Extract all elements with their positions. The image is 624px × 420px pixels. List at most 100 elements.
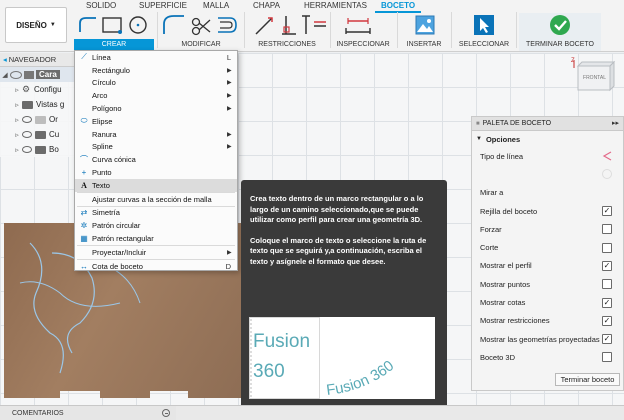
submenu-arrow-icon: ▶ bbox=[227, 93, 232, 100]
disabled-circle-icon bbox=[602, 169, 612, 180]
menu-item-circulo[interactable]: Círculo ▶ bbox=[75, 77, 237, 90]
ellipse-icon: ⬭ bbox=[80, 116, 88, 126]
sketch-grid-checkbox[interactable]: ✓ bbox=[602, 206, 612, 217]
browser-item-config[interactable]: ▹ ⚙ Configu bbox=[0, 82, 76, 97]
view-cube[interactable]: Z FRONTAL bbox=[570, 58, 618, 102]
group-crear[interactable]: CREAR bbox=[74, 39, 154, 50]
visibility-eye-icon[interactable] bbox=[10, 70, 22, 79]
browser-item-views[interactable]: ▹ Vistas g bbox=[0, 97, 76, 112]
expand-right-icon[interactable]: ▹ bbox=[12, 86, 22, 94]
show-dimensions-checkbox[interactable]: ✓ bbox=[602, 297, 612, 308]
expand-right-icon[interactable]: ▹ bbox=[12, 116, 22, 124]
arc-icon bbox=[78, 91, 90, 101]
toolbar: DISEÑO ▼ SOLIDO SUPERFICIE MALLA CHAPA H… bbox=[0, 0, 624, 52]
collapse-icon[interactable]: ◂ bbox=[3, 55, 7, 64]
rectangle-icon bbox=[78, 65, 90, 75]
group-terminar-boceto[interactable]: TERMINAR BOCETO bbox=[519, 39, 601, 50]
palette-row-show-projected[interactable]: Mostrar las geometrías proyectadas ✓ bbox=[472, 330, 623, 348]
browser-root-item[interactable]: ◢ Cara bbox=[0, 67, 76, 82]
menu-item-cota-de-boceto[interactable]: ↔ Cota de boceto D bbox=[75, 260, 237, 273]
fit-curves-icon bbox=[78, 194, 90, 204]
group-modificar[interactable]: MODIFICAR bbox=[161, 39, 241, 50]
browser-item-bodies[interactable]: ▹ Cu bbox=[0, 127, 76, 142]
group-restricciones[interactable]: RESTRICCIONES bbox=[247, 39, 327, 50]
browser-item-label: Bo bbox=[49, 145, 59, 154]
finish-sketch-button[interactable]: Terminar boceto bbox=[555, 373, 620, 386]
show-projected-checkbox[interactable]: ✓ bbox=[602, 334, 612, 345]
finish-sketch-check-icon[interactable] bbox=[549, 14, 571, 36]
modify-tools-icons[interactable] bbox=[162, 14, 240, 36]
expand-right-icon[interactable]: ▹ bbox=[12, 146, 22, 154]
menu-item-patron-circular[interactable]: ✲ Patrón circular bbox=[75, 219, 237, 232]
create-tools-icons[interactable] bbox=[76, 14, 154, 36]
tab-malla[interactable]: MALLA bbox=[203, 1, 229, 10]
menu-item-ajustar-curvas[interactable]: Ajustar curvas a la sección de malla bbox=[75, 193, 237, 206]
palette-row-look-at[interactable]: Mirar a bbox=[472, 184, 623, 202]
line-type-icon[interactable] bbox=[602, 151, 612, 161]
palette-section-options[interactable]: ▼ Opciones bbox=[472, 131, 623, 147]
tooltip-description: Crea texto dentro de un marco rectangula… bbox=[250, 194, 424, 224]
palette-header: ■ PALETA DE BOCETO ▸▸ bbox=[472, 117, 623, 131]
palette-row-show-constraints[interactable]: Mostrar restricciones ✓ bbox=[472, 312, 623, 330]
viewcube-axis-label: Z bbox=[571, 58, 575, 64]
palette-row-show-profile[interactable]: Mostrar el perfil ✓ bbox=[472, 257, 623, 275]
select-arrow-icon[interactable] bbox=[473, 14, 495, 36]
group-seleccionar[interactable]: SELECCIONAR bbox=[452, 39, 516, 50]
menu-item-texto[interactable]: A Texto bbox=[75, 178, 237, 192]
palette-row-sketch-grid[interactable]: Rejilla del boceto ✓ bbox=[472, 202, 623, 220]
palette-row-show-points[interactable]: Mostrar puntos bbox=[472, 275, 623, 293]
collapse-icon[interactable]: ■ bbox=[476, 121, 480, 127]
menu-item-rectangulo[interactable]: Rectángulo ▶ bbox=[75, 64, 237, 77]
tab-herramientas[interactable]: HERRAMIENTAS bbox=[304, 1, 367, 10]
circular-pattern-icon: ✲ bbox=[80, 221, 88, 231]
tooltip-sample-line1: Fusion bbox=[253, 331, 311, 352]
comments-bar[interactable]: COMENTARIOS bbox=[0, 405, 176, 420]
visibility-eye-icon[interactable] bbox=[22, 131, 32, 138]
palette-row-snap[interactable]: Forzar bbox=[472, 220, 623, 238]
constraints-icons[interactable] bbox=[252, 14, 328, 36]
expand-arrows-icon[interactable]: ▸▸ bbox=[612, 119, 619, 127]
menu-item-patron-rectangular[interactable]: ▦ Patrón rectangular bbox=[75, 232, 237, 245]
workspace-switcher[interactable]: DISEÑO ▼ bbox=[5, 7, 67, 43]
palette-row-3d-sketch[interactable]: Boceto 3D bbox=[472, 348, 623, 366]
insert-image-icon[interactable] bbox=[414, 14, 436, 36]
menu-item-elipse[interactable]: ⬭ Elipse bbox=[75, 115, 237, 128]
tab-chapa[interactable]: CHAPA bbox=[253, 1, 280, 10]
create-dropdown-menu: ⟋ Línea L Rectángulo ▶ Círculo ▶ Arco ▶ … bbox=[74, 50, 238, 271]
inspect-ruler-icon[interactable] bbox=[344, 14, 374, 36]
browser-root-label: Cara bbox=[36, 70, 60, 79]
menu-item-poligono[interactable]: Polígono ▶ bbox=[75, 102, 237, 115]
palette-row-slice[interactable]: Corte bbox=[472, 238, 623, 256]
show-constraints-checkbox[interactable]: ✓ bbox=[602, 315, 612, 326]
tab-solido[interactable]: SOLIDO bbox=[86, 1, 116, 10]
group-insertar[interactable]: INSERTAR bbox=[398, 39, 450, 50]
expand-right-icon[interactable]: ▹ bbox=[12, 131, 22, 139]
menu-item-proyectar-incluir[interactable]: Proyectar/Incluir ▶ bbox=[75, 246, 237, 259]
menu-item-arco[interactable]: Arco ▶ bbox=[75, 89, 237, 102]
expand-down-icon[interactable]: ◢ bbox=[0, 71, 10, 79]
polygon-icon bbox=[78, 104, 90, 114]
menu-item-spline[interactable]: Spline ▶ bbox=[75, 141, 237, 154]
visibility-eye-icon[interactable] bbox=[22, 116, 32, 123]
3d-sketch-checkbox[interactable] bbox=[602, 352, 612, 363]
browser-item-sketches[interactable]: ▹ Bo bbox=[0, 142, 76, 157]
group-inspeccionar[interactable]: INSPECCIONAR bbox=[330, 39, 396, 50]
tab-superficie[interactable]: SUPERFICIE bbox=[139, 1, 187, 10]
menu-item-curva-conica[interactable]: ⌒ Curva cónica bbox=[75, 153, 237, 166]
browser-item-origin[interactable]: ▹ Or bbox=[0, 112, 76, 127]
menu-item-punto[interactable]: + Punto bbox=[75, 166, 237, 179]
menu-item-ranura[interactable]: Ranura ▶ bbox=[75, 128, 237, 141]
show-profile-checkbox[interactable]: ✓ bbox=[602, 260, 612, 271]
add-comment-icon[interactable] bbox=[162, 409, 170, 417]
palette-row-line-type: Tipo de línea bbox=[472, 147, 623, 165]
menu-item-simetria[interactable]: ⇄ Simetría bbox=[75, 207, 237, 220]
browser-header: ◂ NAVEGADOR bbox=[0, 53, 76, 67]
palette-row-show-dimensions[interactable]: Mostrar cotas ✓ bbox=[472, 293, 623, 311]
expand-right-icon[interactable]: ▹ bbox=[12, 101, 22, 109]
show-points-checkbox[interactable] bbox=[602, 279, 612, 290]
visibility-eye-icon[interactable] bbox=[22, 146, 32, 153]
tab-boceto[interactable]: BOCETO bbox=[375, 1, 422, 13]
menu-item-linea[interactable]: ⟋ Línea L bbox=[75, 51, 237, 64]
snap-checkbox[interactable] bbox=[602, 224, 612, 235]
slice-checkbox[interactable] bbox=[602, 242, 612, 253]
